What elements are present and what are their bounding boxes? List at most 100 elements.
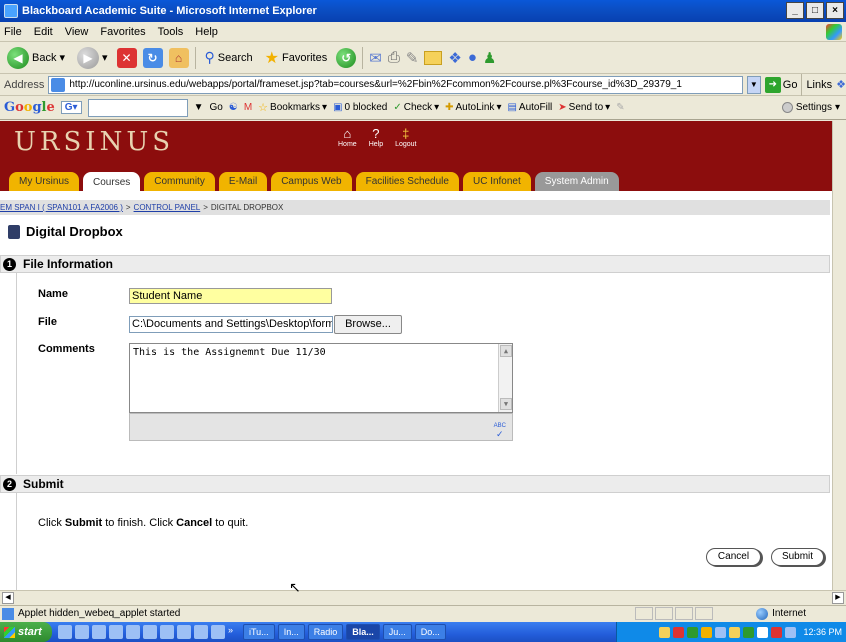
stop-icon[interactable]: ✕ (116, 47, 137, 68)
spellcheck-icon[interactable]: ABC ✓ (494, 420, 506, 439)
task-itunes[interactable]: iTu... (243, 624, 275, 640)
links-icon[interactable]: ❖ (836, 78, 846, 91)
google-gmail-icon[interactable]: M (244, 102, 252, 113)
search-button[interactable]: ⚲ Search (202, 47, 256, 68)
quicklaunch-icon[interactable] (177, 625, 191, 639)
quicklaunch-icon[interactable] (109, 625, 123, 639)
tray-icon[interactable] (715, 626, 727, 638)
quicklaunch-icon[interactable] (75, 625, 89, 639)
file-path-field[interactable]: C:\Documents and Settings\Desktop\form (129, 316, 333, 333)
tray-icon[interactable] (785, 626, 797, 638)
tab-email[interactable]: E-Mail (218, 172, 268, 191)
name-field[interactable]: Student Name (129, 288, 332, 304)
breadcrumb-course[interactable]: EM SPAN I ( SPAN101 A FA2006 ) (0, 203, 123, 212)
google-search-dropdown-icon[interactable]: ▼ (194, 102, 204, 113)
back-button[interactable]: ◀ Back ▾ (4, 45, 68, 71)
history-icon[interactable]: ↺ (336, 47, 357, 68)
bookmarks-button[interactable]: ☆ Bookmarks ▾ (258, 101, 327, 114)
folder-icon[interactable] (424, 50, 443, 65)
sendto-button[interactable]: ➤ Send to ▾ (558, 102, 610, 113)
quicklaunch-icon[interactable] (58, 625, 72, 639)
quicklaunch-icon[interactable] (194, 625, 208, 639)
users-icon[interactable]: ♟ (483, 49, 496, 67)
menu-favorites[interactable]: Favorites (100, 26, 145, 38)
home-icon[interactable]: ⌂ (168, 47, 189, 68)
comments-scrollbar[interactable]: ▲ ▼ (498, 344, 512, 412)
quicklaunch-icon[interactable] (211, 625, 225, 639)
forward-dropdown-icon[interactable]: ▾ (102, 51, 108, 64)
tray-icon[interactable] (659, 626, 671, 638)
scroll-up-icon[interactable]: ▲ (500, 345, 512, 357)
task-do[interactable]: Do... (414, 624, 446, 640)
tray-icon[interactable] (673, 626, 685, 638)
task-ju[interactable]: Ju... (382, 624, 412, 640)
messenger-icon[interactable]: ● (468, 49, 477, 66)
autofill-button[interactable]: ▤ AutoFill (507, 102, 552, 113)
page-horizontal-scrollbar[interactable]: ◀ ▶ (0, 590, 846, 604)
address-dropdown-icon[interactable]: ▼ (746, 75, 761, 94)
refresh-icon[interactable]: ↻ (142, 47, 163, 68)
quicklaunch-more-icon[interactable]: » (228, 625, 233, 639)
menu-help[interactable]: Help (195, 26, 218, 38)
google-go-button[interactable]: Go (210, 102, 223, 113)
tab-facilities-schedule[interactable]: Facilities Schedule (355, 172, 459, 191)
submit-button[interactable]: Submit (771, 548, 824, 566)
help-link[interactable]: ? Help (369, 127, 383, 149)
maximize-button[interactable]: □ (806, 2, 824, 19)
address-input[interactable]: http://uconline.ursinus.edu/webapps/port… (48, 75, 743, 94)
forward-button[interactable]: ▶ ▾ (74, 45, 111, 71)
autolink-button[interactable]: ✚ AutoLink ▾ (445, 102, 501, 113)
google-news-icon[interactable]: ☯ (229, 102, 238, 113)
close-button[interactable]: × (826, 2, 844, 19)
go-button[interactable]: ➜ Go (764, 76, 797, 93)
google-g-icon[interactable]: G▾ (60, 101, 82, 114)
home-link[interactable]: ⌂ Home (338, 127, 357, 149)
tab-my-ursinus[interactable]: My Ursinus (9, 172, 80, 191)
links-label[interactable]: Links (806, 79, 832, 91)
popup-blocked-button[interactable]: ▣ 0 blocked (333, 102, 387, 113)
quicklaunch-icon[interactable] (143, 625, 157, 639)
tray-icon[interactable] (687, 626, 699, 638)
tray-icon[interactable] (743, 626, 755, 638)
breadcrumb-control-panel[interactable]: CONTROL PANEL (134, 203, 201, 212)
scroll-down-icon[interactable]: ▼ (500, 398, 512, 410)
task-blackboard[interactable]: Bla... (346, 624, 380, 640)
task-radio[interactable]: Radio (307, 624, 344, 640)
ursinus-logo[interactable]: URSINUS (14, 127, 174, 157)
google-settings-button[interactable]: Settings ▾ (781, 102, 840, 113)
comments-textarea[interactable]: This is the Assignemnt Due 11/30 ▲ ▼ (129, 343, 513, 413)
tray-icon[interactable] (757, 626, 769, 638)
mail-icon[interactable]: ✉ (369, 49, 382, 67)
google-search-input[interactable] (87, 98, 188, 117)
print-icon[interactable]: ⎙ (388, 49, 400, 66)
research-icon[interactable]: ❖ (448, 49, 461, 67)
quicklaunch-icon[interactable] (160, 625, 174, 639)
scroll-right-icon[interactable]: ▶ (832, 592, 844, 604)
start-button[interactable]: start (0, 622, 52, 642)
cancel-button[interactable]: Cancel (706, 548, 761, 566)
page-vertical-scrollbar[interactable] (832, 121, 846, 590)
tab-courses[interactable]: Courses (83, 172, 141, 192)
tray-icon[interactable] (729, 626, 741, 638)
edit-icon[interactable]: ✎ (406, 49, 419, 67)
quicklaunch-icon[interactable] (126, 625, 140, 639)
browse-button[interactable]: Browse... (334, 315, 402, 334)
menu-edit[interactable]: Edit (34, 26, 53, 38)
menu-tools[interactable]: Tools (158, 26, 184, 38)
menu-file[interactable]: File (4, 26, 22, 38)
tab-system-admin[interactable]: System Admin (534, 172, 619, 191)
favorites-button[interactable]: ★ Favorites (262, 46, 331, 70)
quicklaunch-icon[interactable] (92, 625, 106, 639)
tab-uc-infonet[interactable]: UC Infonet (462, 172, 531, 191)
menu-view[interactable]: View (65, 26, 89, 38)
spellcheck-button[interactable]: ✓ Check ▾ (393, 102, 439, 113)
highlight-icon[interactable]: ✎ (616, 102, 624, 113)
logout-link[interactable]: ‡ Logout (395, 127, 416, 149)
scroll-left-icon[interactable]: ◀ (2, 592, 14, 604)
back-dropdown-icon[interactable]: ▾ (59, 51, 65, 64)
task-in[interactable]: In... (277, 624, 305, 640)
tab-campus-web[interactable]: Campus Web (271, 172, 352, 191)
minimize-button[interactable]: _ (786, 2, 804, 19)
tray-icon[interactable] (771, 626, 783, 638)
google-logo[interactable]: Google (4, 100, 55, 115)
